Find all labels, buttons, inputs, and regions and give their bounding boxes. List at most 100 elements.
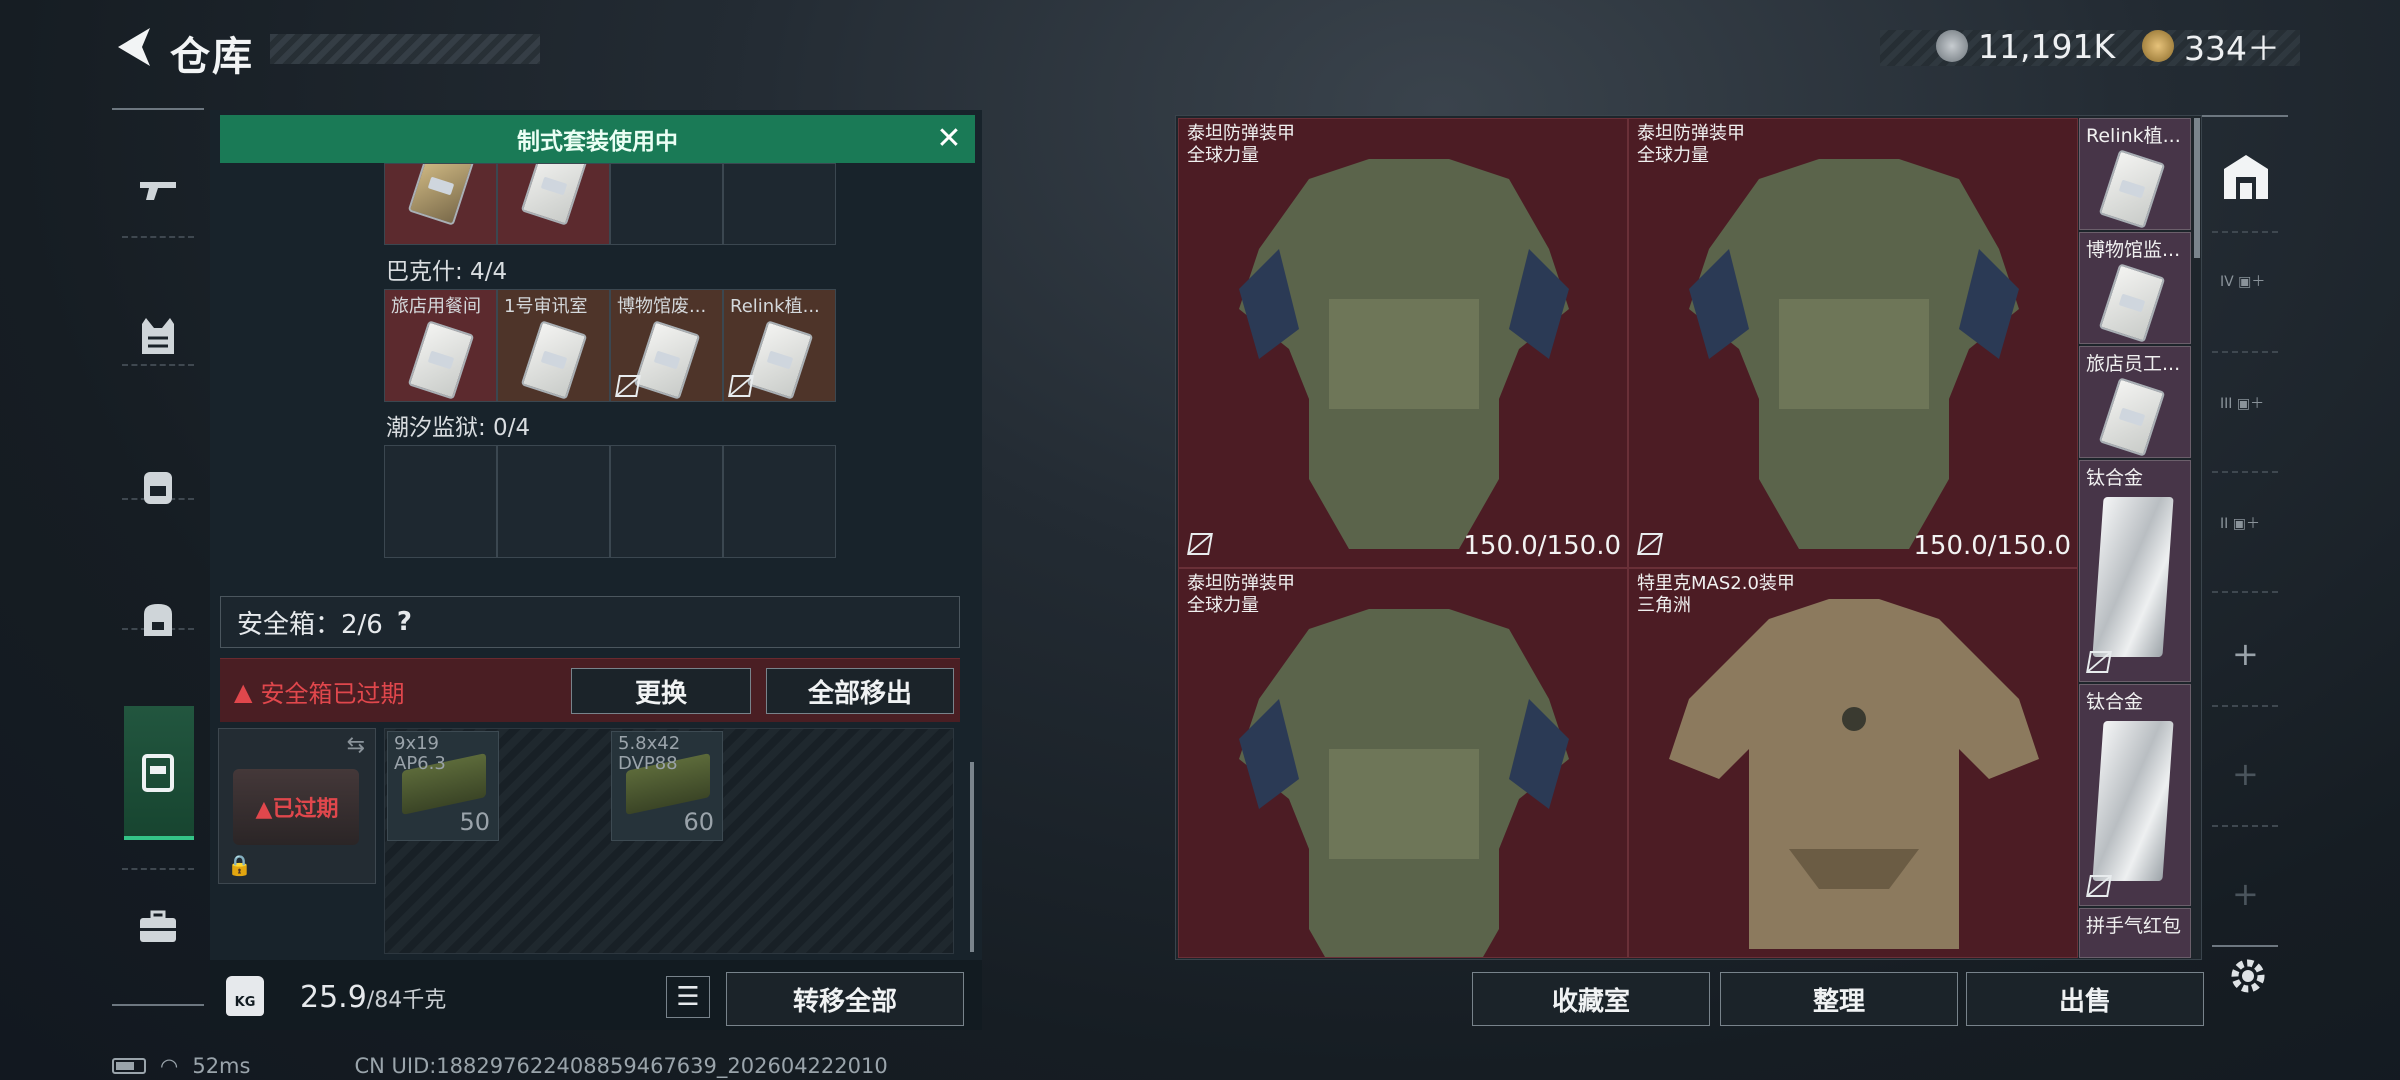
key-slot-empty[interactable] (497, 445, 610, 558)
remove-all-button[interactable]: 全部移出 (766, 668, 954, 714)
side-item-label: 拼手气红包 (2086, 915, 2182, 937)
nav-divider (122, 236, 194, 238)
currency-b[interactable]: 334＋ (2142, 26, 2280, 68)
titanium-plate-image (2092, 497, 2174, 657)
close-icon[interactable]: ✕ (934, 124, 964, 154)
list-view-icon[interactable]: ☰ (666, 976, 710, 1018)
add-slot-icon[interactable]: + (2232, 755, 2259, 793)
tier-3-slot[interactable]: III ▣＋ (2220, 393, 2264, 413)
sell-button[interactable]: 出售 (1966, 972, 2204, 1026)
ammo-item[interactable]: 9x19 AP6.3 50 (387, 731, 499, 841)
replace-button[interactable]: 更换 (571, 668, 751, 714)
keycard-image (2098, 263, 2166, 343)
safe-case-icon[interactable] (134, 748, 182, 796)
nav-divider (2212, 825, 2278, 827)
armor-item[interactable]: 特里克MAS2.0装甲 三角洲 (1628, 568, 2078, 958)
sort-button[interactable]: 整理 (1720, 972, 1958, 1026)
titanium-plate-item[interactable]: 钛合金 (2079, 460, 2191, 682)
toolbox-icon[interactable] (134, 902, 182, 950)
key-slot[interactable]: 旅店用餐间 (384, 289, 497, 402)
tier-2-slot[interactable]: II ▣＋ (2220, 513, 2260, 533)
no-bind-icon (2086, 875, 2112, 897)
ammo-item[interactable]: 5.8x42 DVP88 60 (611, 731, 723, 841)
ammo-count: 50 (459, 808, 490, 836)
warehouse-icon[interactable] (2220, 151, 2272, 203)
key-slot-empty[interactable] (610, 163, 723, 245)
scrollbar[interactable] (970, 762, 974, 952)
nav-bottom-line (112, 1004, 204, 1006)
nav-divider (122, 364, 194, 366)
safe-box-slot[interactable]: ▲已过期 ⇆ 🔒 (218, 728, 376, 884)
vest-icon[interactable] (134, 312, 182, 360)
weight-icon: KG (226, 976, 264, 1016)
transfer-all-button[interactable]: 转移全部 (726, 972, 964, 1026)
right-nav-bottom-line (2212, 945, 2278, 947)
weight-current: 25.9 (300, 980, 367, 1015)
key-slot-empty[interactable] (723, 445, 836, 558)
top-key-row (384, 163, 836, 245)
keycard-image (520, 320, 588, 400)
key-slot[interactable]: 1号审讯室 (497, 289, 610, 402)
key-slot[interactable] (497, 163, 610, 245)
tier-4-slot[interactable]: IV ▣＋ (2220, 271, 2265, 291)
gun-icon[interactable] (134, 166, 182, 214)
settings-gear-icon[interactable] (2226, 954, 2270, 998)
nav-divider (2212, 705, 2278, 707)
swap-icon[interactable]: ⇆ (347, 733, 365, 758)
armor-image (1689, 159, 2019, 549)
key-slot-empty[interactable] (723, 163, 836, 245)
currency-a-value: 11,191K (1978, 26, 2116, 66)
armor-image (1669, 599, 2039, 949)
side-item-label: 钛合金 (2086, 691, 2144, 713)
no-bind-icon (1637, 533, 1663, 555)
lock-icon: 🔒 (227, 853, 252, 877)
back-arrow-icon[interactable] (110, 24, 160, 70)
side-key-item[interactable]: 博物馆监... (2079, 232, 2191, 344)
keycard-image (746, 320, 814, 400)
add-slot-icon[interactable]: + (2232, 635, 2259, 673)
nav-divider (2212, 231, 2278, 233)
side-item-label: 博物馆监... (2086, 239, 2181, 261)
key-slot-empty[interactable] (610, 445, 723, 558)
no-bind-icon (728, 375, 754, 397)
durability: 150.0/150.0 (1913, 531, 2071, 561)
stash-scrollbar[interactable] (2194, 118, 2200, 258)
durability: 150.0/150.0 (1463, 531, 1621, 561)
right-nav-top-line (2202, 115, 2288, 117)
currency-a: 11,191K (1936, 26, 2115, 66)
armor-item[interactable]: 泰坦防弹装甲 全球力量 (1178, 568, 1628, 958)
chaoxi-row (384, 445, 836, 558)
key-label: Relink植... (730, 296, 820, 317)
red-packet-item[interactable]: 拼手气红包 (2079, 908, 2191, 958)
outfit-banner: 制式套装使用中 (220, 115, 975, 163)
backpack-icon[interactable] (134, 462, 182, 510)
side-key-item[interactable]: 旅店员工... (2079, 346, 2191, 458)
uid-text: CN UID:1882976224088594676​39_2026042220… (354, 1054, 888, 1078)
armor-item[interactable]: 泰坦防弹装甲 全球力量 150.0/150.0 (1628, 118, 2078, 568)
stash-panel: 泰坦防弹装甲 全球力量 150.0/150.0 泰坦防弹装甲 全球力量 150.0/… (1175, 115, 2202, 960)
key-slot[interactable] (384, 163, 497, 245)
bag-icon[interactable] (134, 596, 182, 644)
key-slot[interactable]: 博物馆废... (610, 289, 723, 402)
expired-tag: ▲已过期 (255, 797, 339, 822)
silver-coin-icon (1936, 30, 1968, 62)
armor-item[interactable]: 泰坦防弹装甲 全球力量 150.0/150.0 (1178, 118, 1628, 568)
safe-box-label: 安全箱：2/6 (237, 609, 383, 640)
help-icon[interactable]: ? (397, 607, 412, 637)
titanium-plate-item[interactable]: 钛合金 (2079, 684, 2191, 906)
key-slot-empty[interactable] (384, 445, 497, 558)
left-nav (112, 108, 204, 1006)
collection-button[interactable]: 收藏室 (1472, 972, 1710, 1026)
side-key-item[interactable]: Relink植... (2079, 118, 2191, 230)
keycard-image (2098, 377, 2166, 457)
key-slot[interactable]: Relink植... (723, 289, 836, 402)
nav-divider (122, 868, 194, 870)
ping-value: 52ms (192, 1054, 251, 1078)
titanium-plate-image (2092, 721, 2174, 881)
right-nav: IV ▣＋ III ▣＋ II ▣＋ + + + (2202, 115, 2288, 965)
expired-tag-text: 已过期 (272, 797, 339, 822)
no-bind-icon (615, 375, 641, 397)
ammo-count: 60 (683, 808, 714, 836)
nav-divider (2212, 471, 2278, 473)
add-slot-icon[interactable]: + (2232, 875, 2259, 913)
